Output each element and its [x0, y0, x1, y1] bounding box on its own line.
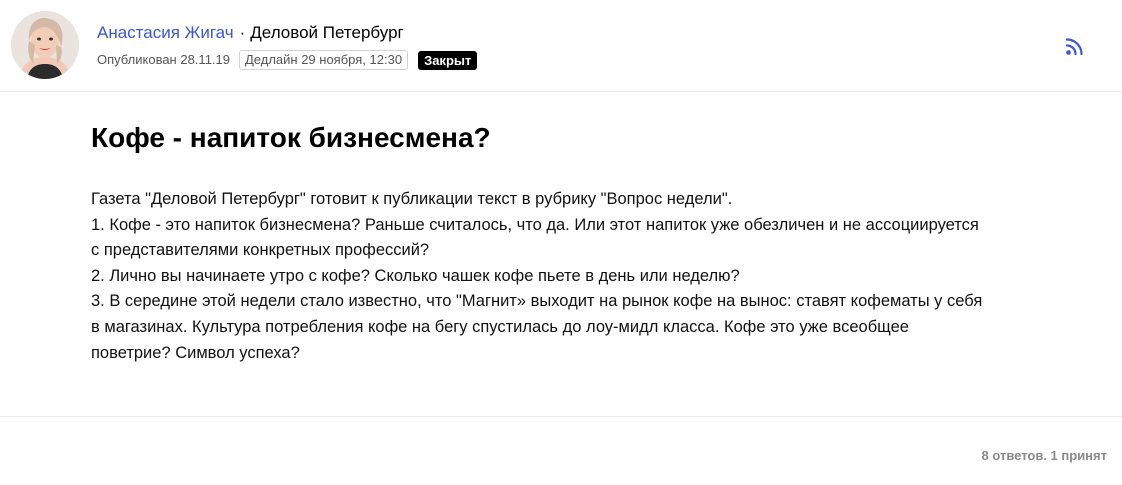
footer-divider	[0, 416, 1122, 417]
published-date: Опубликован 28.11.19	[97, 52, 230, 67]
publication-name: Деловой Петербург	[250, 23, 404, 42]
separator-dot: ·	[239, 23, 246, 42]
author-name-link[interactable]: Анастасия Жигач	[97, 23, 234, 42]
body-line: с представителями конкретных профессий?	[91, 241, 430, 260]
body-line: Газета "Деловой Петербург" готовит к пуб…	[91, 190, 733, 208]
body-line: 1. Кофе - это напиток бизнесмена? Раньше…	[91, 215, 979, 234]
rss-icon[interactable]	[1064, 35, 1086, 57]
deadline-badge: Дедлайн 29 ноября, 12:30	[239, 50, 409, 70]
author-avatar[interactable]	[11, 11, 79, 79]
post-header: Анастасия Жигач · Деловой Петербург Опубли…	[0, 0, 1122, 92]
post-title: Кофе - напиток бизнесмена?	[91, 122, 491, 153]
answers-count[interactable]: 8 ответов. 1 принят	[982, 448, 1108, 463]
author-line: Анастасия Жигач · Деловой Петербург	[97, 22, 404, 44]
body-line: поветрие? Символ успеха?	[91, 343, 300, 362]
body-line: в магазинах. Культура потребления кофе н…	[91, 317, 909, 336]
body-line: 3. В середине этой недели стало известно…	[91, 292, 983, 311]
avatar-photo	[11, 11, 79, 79]
status-badge: Закрыт	[418, 50, 478, 70]
post-meta: Опубликован 28.11.19 Дедлайн 29 ноября, …	[97, 50, 478, 70]
post-body: Газета "Деловой Петербург" готовит к пуб…	[91, 187, 1051, 366]
body-line: 2. Лично вы начинаете утро с кофе? Сколь…	[91, 266, 740, 285]
